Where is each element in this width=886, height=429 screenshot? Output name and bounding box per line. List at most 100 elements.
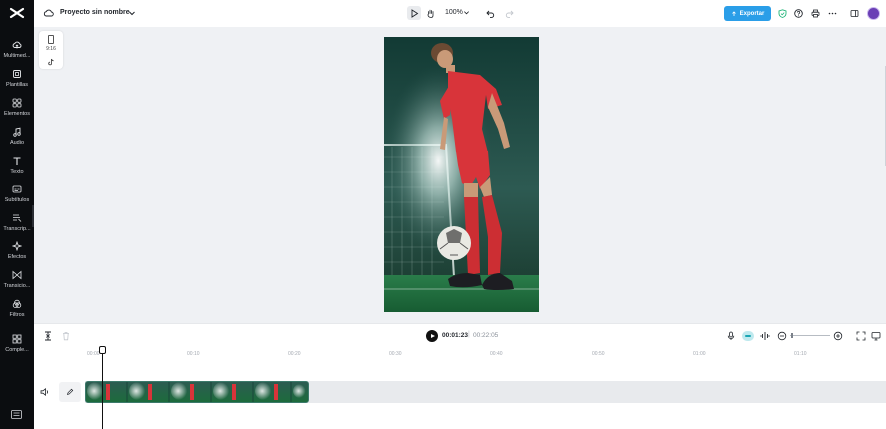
transcript-icon <box>13 214 22 222</box>
text-icon <box>13 157 21 165</box>
video-preview[interactable] <box>384 37 539 312</box>
print-button[interactable] <box>808 6 822 20</box>
captions-icon <box>12 185 22 193</box>
timeline-toolbar: 00:01:23 | 00:22:05 <box>34 323 886 347</box>
timeline-ruler[interactable]: 00:00 00:10 00:20 00:30 00:40 00:50 01:0… <box>34 347 886 361</box>
avatar[interactable] <box>867 7 880 20</box>
aspect-ratio-card[interactable]: 9:16 <box>39 31 63 69</box>
more-options-button[interactable] <box>825 6 839 20</box>
security-button[interactable] <box>775 6 789 20</box>
fit-timeline-icon[interactable] <box>856 331 866 341</box>
display-settings-icon[interactable] <box>871 331 881 341</box>
auto-snap-toggle[interactable] <box>742 331 754 341</box>
sidebar-item-effects[interactable]: Efectos <box>0 239 34 267</box>
ruler-label: 00:50 <box>592 351 605 357</box>
select-tool-button[interactable] <box>407 6 421 20</box>
hand-icon <box>427 9 433 18</box>
panel-layout-icon <box>850 9 858 17</box>
top-bar: Proyecto sin nombre 100% Exportar <box>34 0 886 27</box>
timeline-tracks <box>34 361 886 429</box>
sidebar-item-subtitles[interactable]: Subtítulos <box>0 182 34 210</box>
sidebar-item-label: Efectos <box>7 254 27 260</box>
chevron-down-icon[interactable] <box>128 9 136 17</box>
capcut-logo-icon[interactable] <box>9 6 25 20</box>
play-button[interactable] <box>426 330 438 342</box>
zoom-level[interactable]: 100% <box>445 9 463 16</box>
ruler-label: 01:00 <box>693 351 706 357</box>
sidebar-item-audio[interactable]: Audio <box>0 125 34 153</box>
audio-split-icon[interactable] <box>760 331 770 341</box>
cover-edit-button[interactable] <box>59 382 81 402</box>
sidebar-item-elements[interactable]: Elementos <box>0 96 34 124</box>
sidebar-item-templates[interactable]: Plantillas <box>0 67 34 95</box>
printer-icon <box>811 9 819 17</box>
timeline-zoom-slider[interactable] <box>790 335 830 336</box>
sidebar-item-filters[interactable]: Filtros <box>0 297 34 325</box>
sidebar-item-label: Comple... <box>5 347 29 353</box>
transition-icon <box>12 270 22 280</box>
video-clip[interactable] <box>85 381 309 403</box>
sidebar-item-label: Texto <box>10 169 24 175</box>
sidebar-item-label: Multimed... <box>3 53 31 59</box>
cloud-upload-icon <box>12 41 22 49</box>
timeline-zoom-handle[interactable] <box>791 333 793 338</box>
shield-check-icon <box>778 8 786 18</box>
filters-icon <box>12 299 22 308</box>
clip-thumbnails <box>86 382 308 402</box>
toggle-panel-button[interactable] <box>847 6 861 20</box>
plugins-icon <box>12 334 22 344</box>
sidebar-item-label: Subtítulos <box>4 197 30 203</box>
hand-tool-button[interactable] <box>423 6 437 20</box>
time-separator: | <box>468 331 470 338</box>
sidebar-item-label: Elementos <box>4 111 30 117</box>
ruler-label: 00:20 <box>288 351 301 357</box>
sidebar-item-multimedia[interactable]: Multimed... <box>0 38 34 66</box>
total-time: 00:22:05 <box>473 332 499 339</box>
playhead-handle[interactable] <box>99 346 106 354</box>
redo-button[interactable] <box>502 6 516 20</box>
zoom-out-icon[interactable] <box>777 331 787 341</box>
sidebar-item-plugins[interactable]: Comple... <box>0 332 34 360</box>
playhead[interactable] <box>102 352 103 429</box>
aspect-ratio-label: 9:16 <box>46 46 56 52</box>
sidebar-item-label: Audio <box>9 140 25 146</box>
chevron-down-icon[interactable] <box>463 9 470 16</box>
tiktok-icon <box>48 58 54 66</box>
redo-icon <box>505 10 514 18</box>
help-button[interactable] <box>791 6 805 20</box>
cloud-sync-icon[interactable] <box>43 8 54 18</box>
export-label: Exportar <box>739 10 765 17</box>
sidebar-item-label: Plantillas <box>5 82 28 88</box>
sidebar-item-label: Transcrip... <box>3 226 31 232</box>
sidebar-item-label: Transicio... <box>3 283 31 289</box>
phone-icon <box>48 35 54 44</box>
project-name[interactable]: Proyecto sin nombre <box>60 9 130 16</box>
delete-icon[interactable] <box>61 331 71 341</box>
effects-icon <box>12 241 22 251</box>
preview-canvas: 9:16 <box>34 27 886 323</box>
more-horizontal-icon <box>828 12 836 14</box>
ruler-label: 00:40 <box>490 351 503 357</box>
pencil-icon <box>66 388 74 396</box>
editor-app: Multimed... Plantillas Elementos Audio T… <box>0 0 886 429</box>
speaker-icon[interactable] <box>40 387 50 397</box>
undo-icon <box>485 10 494 18</box>
export-button[interactable]: Exportar <box>724 6 771 21</box>
soccer-player-frame <box>384 37 539 312</box>
undo-button[interactable] <box>483 6 497 20</box>
music-note-icon <box>13 127 21 137</box>
keyboard-shortcuts-icon[interactable] <box>11 410 22 419</box>
left-sidebar: Multimed... Plantillas Elementos Audio T… <box>0 0 37 429</box>
sidebar-item-text[interactable]: Texto <box>0 154 34 182</box>
sidebar-item-transcript[interactable]: Transcrip... <box>0 211 34 239</box>
elements-icon <box>12 98 22 108</box>
microphone-icon[interactable] <box>726 331 736 341</box>
sidebar-item-label: Filtros <box>9 312 25 318</box>
ruler-label: 01:10 <box>794 351 807 357</box>
zoom-in-icon[interactable] <box>833 331 843 341</box>
current-time: 00:01:23 <box>442 332 469 339</box>
split-icon[interactable] <box>43 331 53 341</box>
template-icon <box>13 70 21 78</box>
upload-icon <box>731 10 736 16</box>
sidebar-item-transitions[interactable]: Transicio... <box>0 268 34 296</box>
